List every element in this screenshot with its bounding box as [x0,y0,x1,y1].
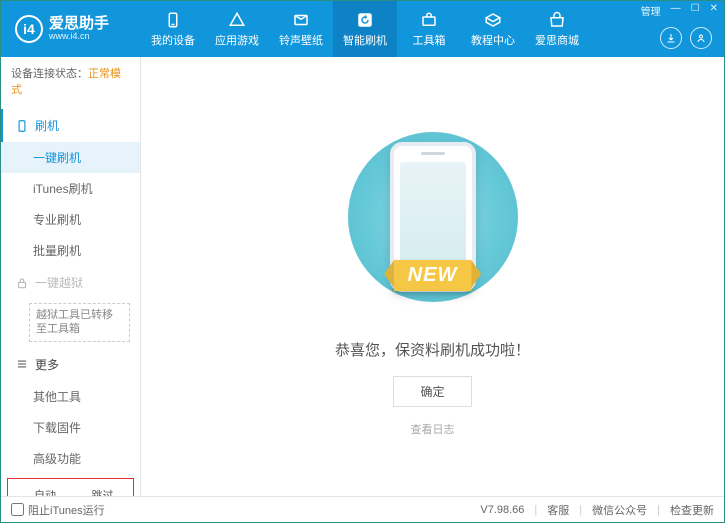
nav-toolbox[interactable]: 工具箱 [397,1,461,57]
check-update-link[interactable]: 检查更新 [670,502,714,518]
lock-icon [15,276,29,290]
education-icon [484,11,502,29]
wechat-link[interactable]: 微信公众号 [592,502,647,518]
minimize-button[interactable]: — [671,3,681,18]
version-text: V7.98.66 [480,504,524,516]
sidebar-item-itunes[interactable]: iTunes刷机 [1,173,140,204]
new-ribbon: NEW [394,260,472,291]
support-link[interactable]: 客服 [547,502,569,518]
wallpaper-icon [292,11,310,29]
maximize-button[interactable]: ☐ [691,3,700,18]
sidebar-item-advanced[interactable]: 高级功能 [1,443,140,474]
nav-label: 铃声壁纸 [279,32,323,48]
nav-label: 教程中心 [471,32,515,48]
menu-icon [15,357,29,371]
phone-icon [164,11,182,29]
window-menu-button[interactable]: 管理 [641,3,661,18]
sidebar-item-download-fw[interactable]: 下载固件 [1,412,140,443]
sidebar-item-oneclick[interactable]: 一键刷机 [1,142,140,173]
nav-tutorials[interactable]: 教程中心 [461,1,525,57]
sidebar: 设备连接状态：正常模式 刷机 一键刷机 iTunes刷机 专业刷机 批量刷机 一… [1,57,141,496]
refresh-icon [356,11,374,29]
sidebar-item-pro[interactable]: 专业刷机 [1,204,140,235]
user-icon[interactable] [690,27,712,49]
titlebar: i4 爱思助手 www.i4.cn 我的设备 应用游戏 铃声壁纸 智能刷机 [1,1,724,57]
window-controls: 管理 — ☐ ✕ [641,3,718,18]
success-message: 恭喜您，保资料刷机成功啦！ [335,339,530,360]
top-nav: 我的设备 应用游戏 铃声壁纸 智能刷机 工具箱 教程中心 [141,1,589,57]
footer-right: V7.98.66 | 客服 | 微信公众号 | 检查更新 [480,502,714,518]
brand-text: 爱思助手 www.i4.cn [49,16,109,42]
checkbox-label: 自动激活 [34,487,66,496]
logo-zone: i4 爱思助手 www.i4.cn [1,15,141,43]
nav-store[interactable]: 爱思商城 [525,1,589,57]
phone-icon [15,119,29,133]
titlebar-right-circles [660,27,712,49]
nav-label: 智能刷机 [343,32,387,48]
brand-url: www.i4.cn [49,32,109,42]
sidebar-item-batch[interactable]: 批量刷机 [1,235,140,266]
close-button[interactable]: ✕ [710,3,718,18]
logo-icon: i4 [15,15,43,43]
nav-flash[interactable]: 智能刷机 [333,1,397,57]
apps-icon [228,11,246,29]
app-window: i4 爱思助手 www.i4.cn 我的设备 应用游戏 铃声壁纸 智能刷机 [0,0,725,523]
footer-left: 阻止iTunes运行 [11,502,105,518]
sidebar-group-jailbreak[interactable]: 一键越狱 [1,266,140,299]
nav-ringtones[interactable]: 铃声壁纸 [269,1,333,57]
sidebar-group-flash[interactable]: 刷机 [1,109,140,142]
success-illustration: NEW [348,117,518,317]
connection-status: 设备连接状态：正常模式 [1,57,140,105]
store-icon [548,11,566,29]
main-content: NEW 恭喜您，保资料刷机成功啦！ 确定 查看日志 [141,57,724,496]
toolbox-icon [420,11,438,29]
nav-label: 我的设备 [151,32,195,48]
block-itunes-checkbox[interactable]: 阻止iTunes运行 [11,502,105,518]
download-icon[interactable] [660,27,682,49]
auto-activate-checkbox[interactable]: 自动激活 [18,487,66,496]
nav-my-device[interactable]: 我的设备 [141,1,205,57]
checkbox-label: 跳过向导 [92,487,124,496]
sidebar-item-other-tools[interactable]: 其他工具 [1,381,140,412]
nav-label: 工具箱 [413,32,446,48]
brand-name: 爱思助手 [49,16,109,33]
group-label: 刷机 [35,117,59,134]
view-log-link[interactable]: 查看日志 [411,421,455,437]
confirm-button[interactable]: 确定 [393,376,471,407]
nav-label: 应用游戏 [215,32,259,48]
sidebar-group-more[interactable]: 更多 [1,348,140,381]
nav-label: 爱思商城 [535,32,579,48]
checkbox-label: 阻止iTunes运行 [28,502,105,518]
skip-setup-checkbox[interactable]: 跳过向导 [76,487,124,496]
footer: 阻止iTunes运行 V7.98.66 | 客服 | 微信公众号 | 检查更新 [1,496,724,522]
body: 设备连接状态：正常模式 刷机 一键刷机 iTunes刷机 专业刷机 批量刷机 一… [1,57,724,496]
group-label: 一键越狱 [35,274,83,291]
nav-apps[interactable]: 应用游戏 [205,1,269,57]
jailbreak-note: 越狱工具已转移至工具箱 [29,303,130,342]
status-label: 设备连接状态： [11,68,88,80]
options-row: 自动激活 跳过向导 [7,478,134,496]
group-label: 更多 [35,356,59,373]
